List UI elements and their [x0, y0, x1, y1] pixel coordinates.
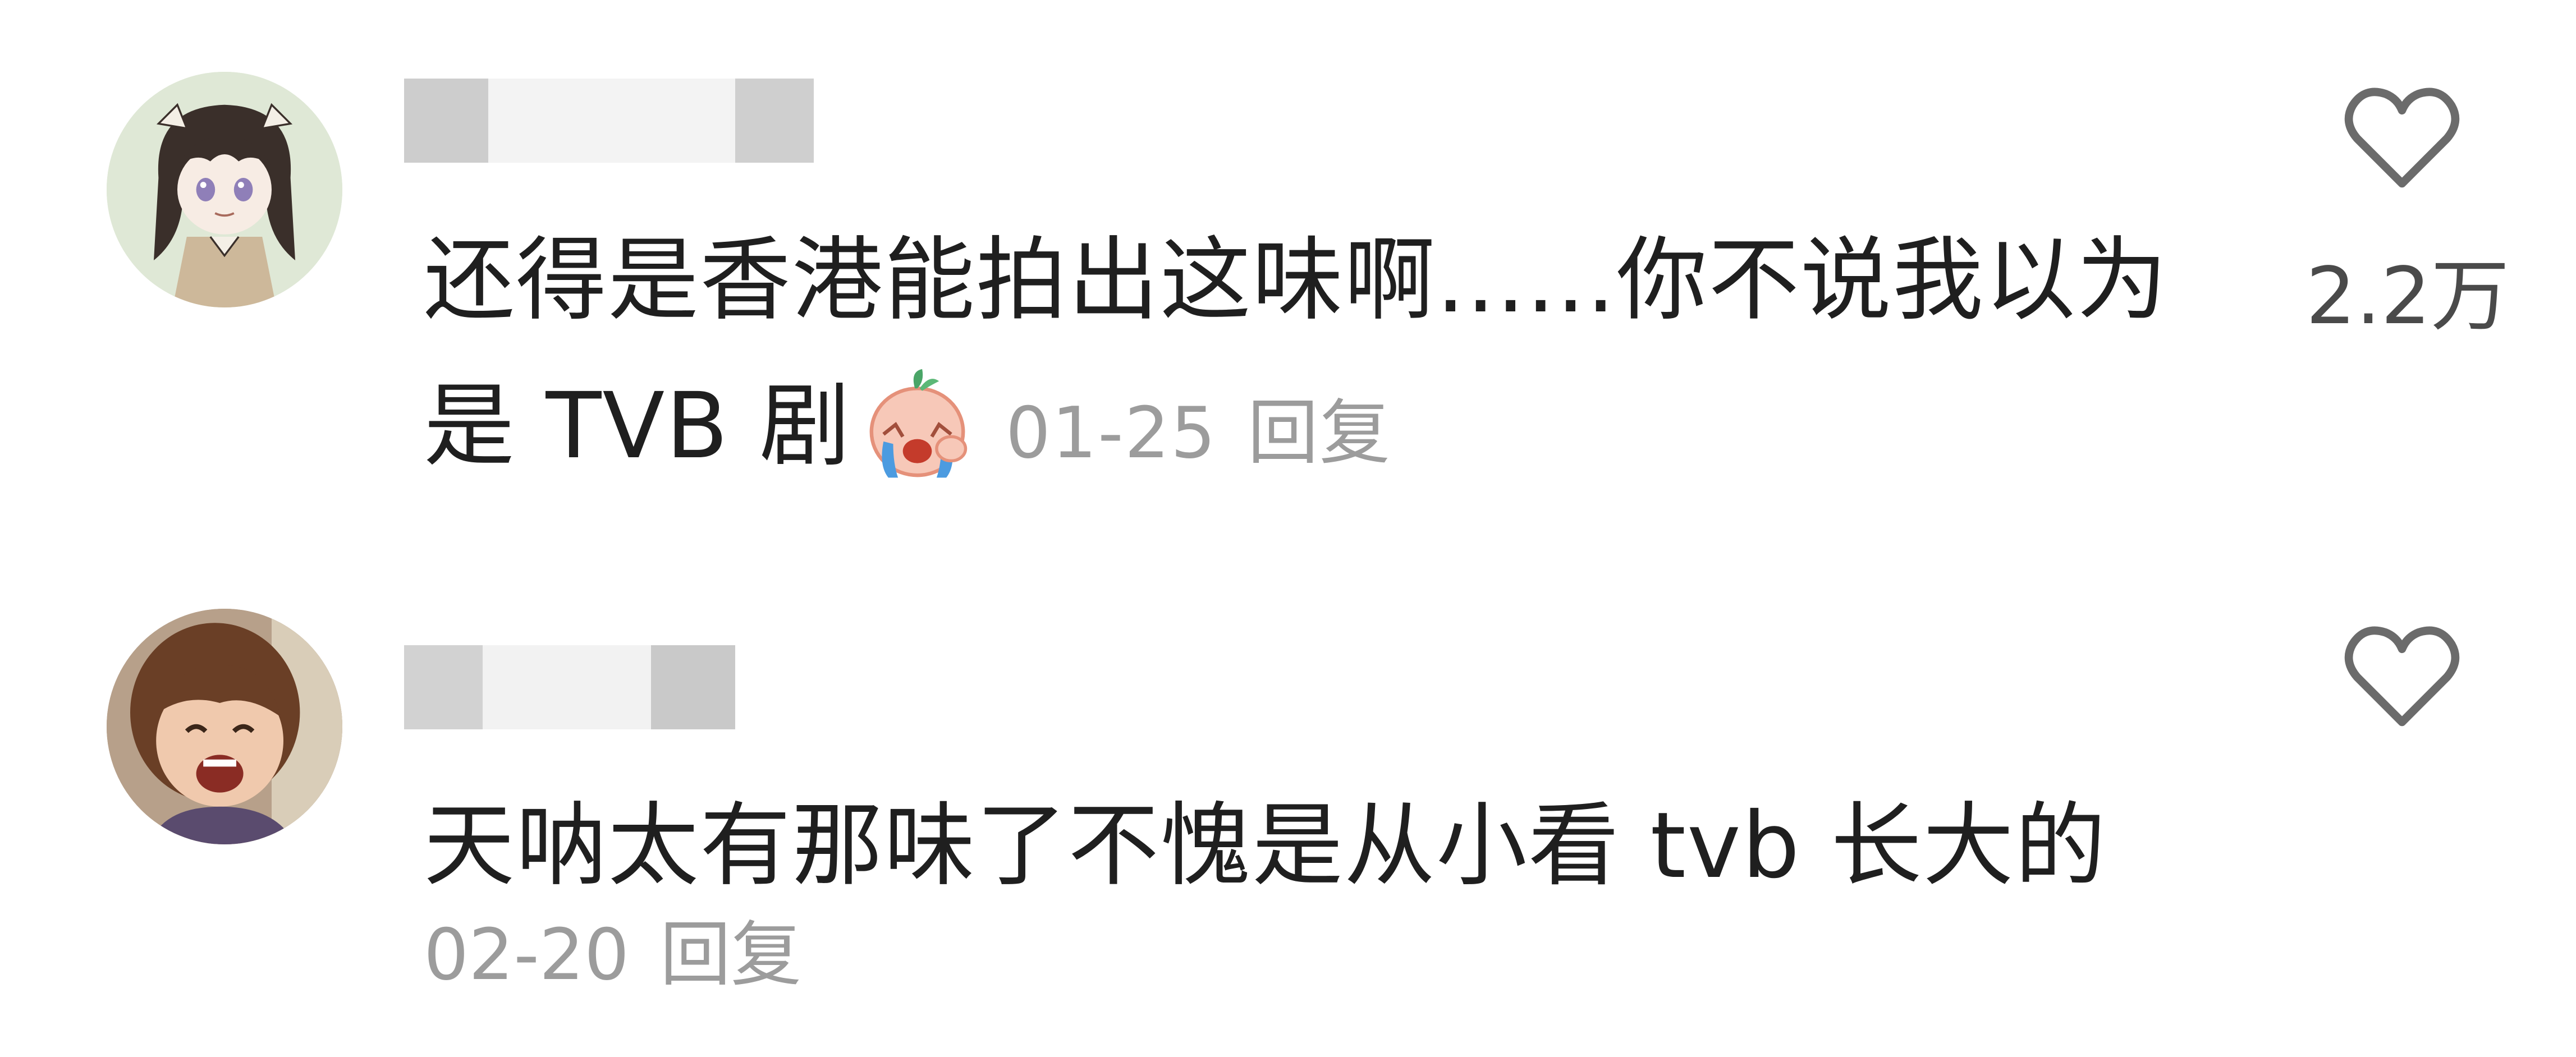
blur-block — [483, 645, 651, 729]
blur-block — [651, 645, 735, 729]
comment-meta: 01-25 回复 — [1006, 392, 1391, 474]
comment-item: 天呐太有那味了不愧是从小看 tvb 长大的 02-20 回复 — [0, 539, 2576, 1057]
reply-button[interactable]: 回复 — [1248, 392, 1391, 474]
heart-icon — [2344, 88, 2460, 188]
crying-laughing-sticker-icon — [857, 362, 978, 482]
comment-text: 还得是香港能拍出这味啊......你不说我以为是 TVB 剧 01-25 回复 — [424, 208, 2192, 506]
user-avatar[interactable] — [107, 72, 342, 307]
anime-girl-avatar-icon — [107, 72, 342, 307]
reply-button[interactable]: 回复 — [660, 913, 801, 996]
comment-date: 02-20 — [424, 913, 630, 996]
like-button[interactable] — [2340, 84, 2464, 191]
blur-block — [404, 79, 488, 163]
comment-text: 天呐太有那味了不愧是从小看 tvb 长大的 — [424, 773, 2192, 919]
like-count: 2.2万 — [2305, 251, 2510, 342]
comment-meta: 02-20 回复 — [424, 898, 801, 1000]
username-blurred[interactable] — [404, 645, 814, 729]
blur-block — [735, 79, 814, 163]
blur-block — [488, 79, 735, 163]
heart-icon — [2344, 626, 2460, 727]
user-avatar[interactable] — [107, 609, 342, 844]
comment-item: 还得是香港能拍出这味啊......你不说我以为是 TVB 剧 01-25 回复 2… — [0, 0, 2576, 539]
laughing-child-avatar-icon — [107, 609, 342, 844]
comment-text-content: 天呐太有那味了不愧是从小看 tvb 长大的 — [424, 793, 2107, 899]
username-blurred[interactable] — [404, 79, 814, 163]
like-button[interactable] — [2340, 623, 2464, 729]
blur-block — [404, 645, 483, 729]
comment-date: 01-25 — [1005, 392, 1217, 474]
